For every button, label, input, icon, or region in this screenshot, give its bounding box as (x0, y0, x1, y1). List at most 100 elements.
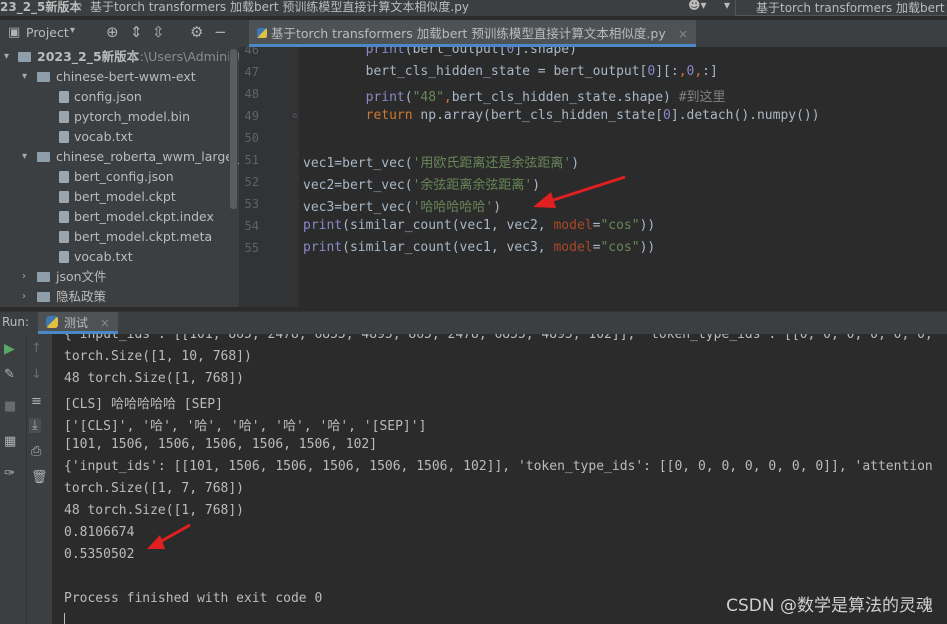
code-line: vec1=bert_vec('用欧氏距离还是余弦距离') (303, 156, 580, 171)
dropdown-chevron-icon[interactable]: ▾ (724, 0, 730, 12)
file-icon (59, 211, 69, 223)
annotation-arrow-icon (147, 523, 191, 549)
soft-wrap-icon[interactable]: ≡ (31, 394, 42, 409)
run-config-label: 基于torch transformers 加载bert (756, 1, 945, 15)
tree-item-label: vocab.txt (74, 249, 133, 264)
collapse-all-icon[interactable]: ⇕ (130, 23, 143, 41)
expand-all-icon[interactable]: ⇳ (152, 23, 165, 41)
folder-icon (37, 292, 50, 302)
title-bar: 23_2_5新版本 › 基于torch transformers 加载bert … (0, 0, 947, 17)
code-line: return np.array(bert_cls_hidden_state[0]… (365, 108, 820, 123)
chevron-down-icon[interactable]: ▾ (22, 67, 27, 87)
line-number: 47 (244, 65, 259, 79)
trash-icon[interactable]: 🗑 (31, 470, 48, 485)
line-number: 51 (244, 153, 259, 167)
editor-tab-bar: 基于torch transformers 加载bert 预训练模型直接计算文本相… (239, 20, 947, 47)
tree-item-label: chinese-bert-wwm-ext (56, 69, 196, 84)
line-number: 54 (244, 219, 259, 233)
chevron-right-icon[interactable]: › (22, 267, 26, 287)
code-line: bert_cls_hidden_state = bert_output[0][:… (303, 64, 718, 79)
text-file-icon (59, 131, 69, 143)
line-number: 49 (244, 109, 259, 123)
run-config-selector[interactable]: 基于torch transformers 加载bert (735, 0, 947, 16)
json-file-icon (59, 171, 69, 183)
run-tab-label: 测试 (64, 316, 89, 330)
tree-item-label: json文件 (56, 269, 107, 284)
console-output[interactable]: {'input_ids': [[101, 865, 2478, 6855, 48… (52, 334, 947, 624)
python-icon (46, 316, 58, 328)
folder-icon (18, 52, 31, 62)
scroll-to-end-icon[interactable]: ⤓ (29, 418, 41, 433)
line-number: 50 (244, 131, 259, 145)
tree-item-label: bert_model.ckpt (74, 189, 176, 204)
console-line: [101, 1506, 1506, 1506, 1506, 1506, 102] (64, 437, 378, 452)
scrollbar-thumb[interactable] (230, 49, 237, 209)
watermark: CSDN @数学是算法的灵魂 (726, 596, 933, 616)
project-root-path: C:\Users\Administ (131, 49, 239, 64)
project-panel-icon[interactable]: ▣ (8, 25, 20, 40)
pin-icon[interactable]: ✑ (4, 466, 15, 481)
code-line: vec2=bert_vec('余弦距离余弦距离') (303, 178, 541, 193)
project-panel-label[interactable]: Project (26, 25, 69, 40)
console-line: 0.8106674 (64, 525, 135, 540)
console-line: ['[CLS]', '哈', '哈', '哈', '哈', '哈', '[SEP… (64, 419, 427, 434)
run-header: Run: 测试 × (0, 311, 947, 334)
folder-icon (37, 152, 50, 162)
project-scrollbar[interactable] (229, 47, 238, 307)
editor-tab-label: 基于torch transformers 加载bert 预训练模型直接计算文本相… (271, 26, 666, 41)
fold-marker-icon[interactable]: ◇ (292, 111, 297, 121)
down-arrow-icon[interactable]: ↓ (31, 367, 42, 382)
locate-file-icon[interactable]: ⊕ (106, 23, 119, 41)
line-number: 53 (244, 197, 259, 211)
up-arrow-icon[interactable]: ↑ (31, 341, 42, 356)
chevron-down-icon[interactable]: ▾ (22, 147, 27, 167)
stop-icon[interactable]: ■ (4, 399, 16, 414)
line-number: 55 (244, 241, 259, 255)
run-label: Run: (2, 315, 30, 329)
file-icon (59, 191, 69, 203)
folder-icon (37, 72, 50, 82)
code-line: print("48",bert_cls_hidden_state.shape) … (365, 90, 726, 105)
tree-item-label: 隐私政策 (56, 289, 107, 304)
line-number: 48 (244, 87, 259, 101)
close-tab-icon[interactable]: × (678, 26, 688, 41)
print-icon[interactable]: ⎙ (31, 444, 41, 459)
title-separator-icon: › (78, 0, 83, 12)
gear-icon[interactable]: ⚙ (190, 23, 203, 41)
project-dropdown-icon[interactable]: ▾ (70, 25, 75, 36)
text-file-icon (59, 251, 69, 263)
hide-panel-icon[interactable]: − (214, 23, 227, 41)
json-file-icon (59, 91, 69, 103)
annotation-arrow-icon (533, 175, 626, 208)
tree-item-label: config.json (74, 89, 142, 104)
wrench-icon[interactable]: ✎ (4, 367, 15, 382)
code-line: vec3=bert_vec('哈哈哈哈哈') (303, 200, 502, 215)
chevron-down-icon[interactable]: ▾ (4, 47, 9, 67)
console-line: {'input_ids': [[101, 1506, 1506, 1506, 1… (64, 459, 933, 474)
project-root-name: 2023_2_5新版本 (37, 49, 140, 64)
code-line: print(bert_output[0].shape) (365, 47, 577, 57)
editor-tab[interactable]: 基于torch transformers 加载bert 预训练模型直接计算文本相… (249, 20, 697, 47)
project-title: 23_2_5新版本 (0, 0, 82, 14)
run-tab[interactable]: 测试 × (38, 312, 118, 334)
close-tab-icon[interactable]: × (100, 316, 110, 330)
tree-item-label: vocab.txt (74, 129, 133, 144)
user-icon[interactable]: ☻▾ (688, 0, 707, 12)
console-line: 48 torch.Size([1, 768]) (64, 371, 245, 386)
console-line: 0.5350502 (64, 547, 135, 562)
chevron-right-icon[interactable]: › (22, 287, 26, 307)
line-number: 46 (244, 47, 259, 57)
console-line: torch.Size([1, 10, 768]) (64, 349, 252, 364)
file-icon (59, 111, 69, 123)
code-editor[interactable]: 46 47 48 49 50 51 52 53 54 55 ◇ print(be… (239, 47, 947, 307)
tree-item-label: pytorch_model.bin (74, 109, 191, 124)
line-gutter: 46 47 48 49 50 51 52 53 54 55 ◇ (239, 47, 299, 307)
layout-icon[interactable]: ▦ (4, 434, 16, 449)
file-icon (59, 231, 69, 243)
tree-item-label: bert_model.ckpt.index (74, 209, 214, 224)
tree-item-label: chinese_roberta_wwm_large_ext (56, 149, 239, 164)
tree-item-label: bert_config.json (74, 169, 174, 184)
rerun-icon[interactable]: ▶ (4, 341, 15, 357)
run-toolbar: ▶ ↑ ✎ ↓ ■ ≡ ⤓ ▦ ⎙ 🗑 ✑ (0, 334, 52, 624)
line-number: 52 (244, 175, 259, 189)
